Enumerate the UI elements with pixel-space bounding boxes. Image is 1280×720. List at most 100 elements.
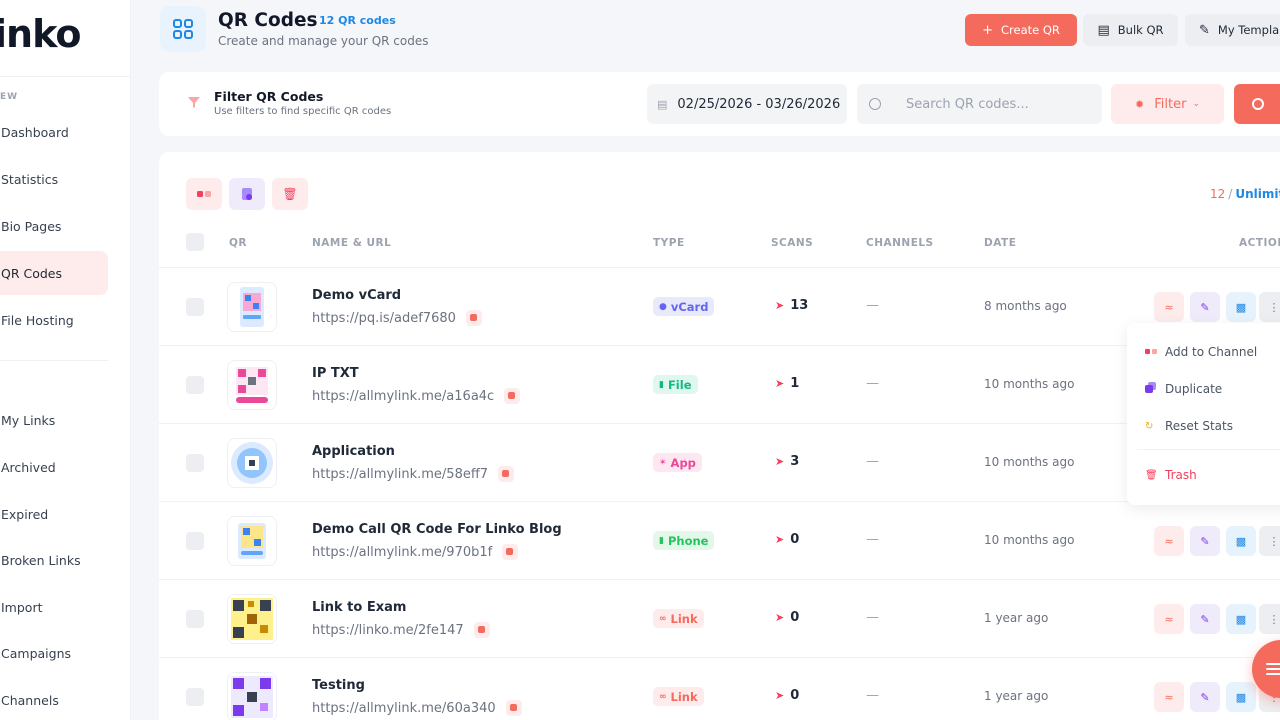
copy-icon[interactable] — [504, 388, 521, 404]
qr-name[interactable]: Link to Exam — [312, 600, 406, 615]
qr-url[interactable]: https://allmylink.me/970b1f — [312, 544, 519, 560]
bulk-add-channel-button[interactable] — [186, 178, 222, 210]
scan-count: ➤ 0 — [775, 532, 799, 547]
stats-button[interactable]: ≈ — [1154, 526, 1184, 556]
edit-button[interactable]: ✎ — [1190, 682, 1220, 712]
sidebar-item-file-hosting[interactable]: File Hosting — [0, 298, 108, 342]
created-date: 8 months ago — [984, 299, 1067, 313]
chart-icon: ≈ — [1164, 300, 1174, 314]
menu-item-duplicate[interactable]: Duplicate — [1145, 382, 1222, 396]
menu-item-add-to-channel[interactable]: Add to Channel — [1145, 345, 1257, 359]
edit-button[interactable]: ✎ — [1190, 292, 1220, 322]
sidebar-item-channels[interactable]: Channels — [0, 678, 108, 720]
search-box — [857, 84, 1102, 124]
row-checkbox[interactable] — [186, 688, 204, 706]
more-button[interactable]: ⋮ — [1259, 292, 1280, 322]
stats-button[interactable]: ≈ — [1154, 292, 1184, 322]
select-all-checkbox[interactable] — [186, 233, 204, 251]
row-actions-menu: Add to Channel Duplicate ↻ Reset Stats 🗑… — [1127, 323, 1280, 505]
file-icon: ▩ — [1235, 612, 1247, 626]
qr-name[interactable]: Demo Call QR Code For Linko Blog — [312, 522, 562, 537]
filter-title: Filter QR Codes — [214, 89, 324, 104]
qr-url[interactable]: https://allmylink.me/58eff7 — [312, 466, 515, 482]
qr-thumbnail[interactable] — [227, 516, 277, 566]
bulk-trash-button[interactable]: 🗑 — [272, 178, 308, 210]
qr-name[interactable]: IP TXT — [312, 366, 359, 381]
sidebar-item-bio-pages[interactable]: Bio Pages — [0, 204, 108, 248]
filter-button[interactable]: ✹ Filter ⌄ — [1111, 84, 1224, 124]
copy-icon[interactable] — [498, 466, 515, 482]
sidebar-item-qr-codes[interactable]: QR Codes — [0, 251, 108, 295]
menu-item-label: Duplicate — [1165, 382, 1223, 396]
sidebar-item-my-links[interactable]: My Links — [0, 398, 108, 442]
qr-thumbnail[interactable] — [227, 282, 277, 332]
download-button[interactable]: ▩ — [1226, 292, 1256, 322]
menu-item-reset-stats[interactable]: ↻ Reset Stats — [1145, 419, 1233, 433]
search-input[interactable] — [906, 96, 1086, 112]
row-checkbox[interactable] — [186, 454, 204, 472]
column-header-date[interactable]: DATE — [984, 237, 1016, 249]
qr-url[interactable]: https://allmylink.me/60a340 — [312, 700, 522, 716]
qr-url-text: https://allmylink.me/a16a4c — [312, 388, 495, 404]
qr-name[interactable]: Demo vCard — [312, 288, 401, 303]
qr-url[interactable]: https://allmylink.me/a16a4c — [312, 388, 521, 404]
bulk-qr-button[interactable]: ▤ Bulk QR — [1083, 14, 1178, 46]
row-checkbox[interactable] — [186, 532, 204, 550]
stats-button[interactable]: ≈ — [1154, 682, 1184, 712]
qr-table-card: 🗑 12/Unlimite QR NAME & URL TYPE SCANS C… — [159, 152, 1280, 720]
qr-url-text: https://pq.is/adef7680 — [312, 310, 456, 326]
qr-url[interactable]: https://pq.is/adef7680 — [312, 310, 482, 326]
column-header-type[interactable]: TYPE — [653, 237, 685, 249]
sidebar-item-dashboard[interactable]: Dashboard — [0, 110, 108, 154]
sidebar-item-expired[interactable]: Expired — [0, 492, 108, 536]
menu-item-label: Trash — [1165, 468, 1197, 482]
table-row: IP TXT https://allmylink.me/a16a4c ▮ File… — [159, 345, 1280, 423]
cursor-icon: ➤ — [775, 533, 785, 546]
more-button[interactable]: ⋮ — [1259, 604, 1280, 634]
search-icon — [869, 98, 881, 110]
qr-url[interactable]: https://linko.me/2fe147 — [312, 622, 490, 638]
apply-filter-button[interactable] — [1234, 84, 1280, 124]
stats-button[interactable]: ≈ — [1154, 604, 1184, 634]
sidebar-item-import[interactable]: Import — [0, 585, 108, 629]
cursor-icon: ➤ — [775, 299, 785, 312]
sidebar-item-campaigns[interactable]: Campaigns — [0, 631, 108, 675]
copy-icon[interactable] — [465, 310, 482, 326]
sidebar-item-label: Dashboard — [1, 124, 69, 140]
edit-button[interactable]: ✎ — [1190, 526, 1220, 556]
download-button[interactable]: ▩ — [1226, 604, 1256, 634]
menu-item-trash[interactable]: 🗑 Trash — [1145, 468, 1197, 482]
copy-icon[interactable] — [505, 700, 522, 716]
channels-value: — — [866, 532, 879, 547]
qr-grid-icon — [160, 6, 206, 52]
qr-thumbnail[interactable] — [227, 594, 277, 644]
column-header-name[interactable]: NAME & URL — [312, 237, 391, 249]
download-button[interactable]: ▩ — [1226, 526, 1256, 556]
sidebar-item-archived[interactable]: Archived — [0, 445, 108, 489]
qr-name[interactable]: Application — [312, 444, 395, 459]
copy-icon[interactable] — [473, 622, 490, 638]
table-row: Demo vCard https://pq.is/adef7680 ● vCard… — [159, 267, 1280, 345]
edit-button[interactable]: ✎ — [1190, 604, 1220, 634]
chart-icon: ≈ — [1164, 612, 1174, 626]
qr-name[interactable]: Testing — [312, 678, 365, 693]
date-range-picker[interactable]: ▤ 02/25/2026 - 03/26/2026 — [647, 84, 847, 124]
my-templates-button[interactable]: ✎ My Templa — [1185, 14, 1280, 46]
file-icon: ▩ — [1235, 300, 1247, 314]
qr-thumbnail[interactable] — [227, 672, 277, 720]
row-checkbox[interactable] — [186, 610, 204, 628]
page-title: QR Codes — [218, 10, 318, 31]
app-logo[interactable]: inko — [0, 12, 81, 56]
more-button[interactable]: ⋮ — [1259, 526, 1280, 556]
sidebar-item-statistics[interactable]: Statistics — [0, 157, 108, 201]
row-checkbox[interactable] — [186, 376, 204, 394]
create-qr-button[interactable]: + Create QR — [965, 14, 1077, 46]
qr-thumbnail[interactable] — [227, 360, 277, 410]
download-button[interactable]: ▩ — [1226, 682, 1256, 712]
bulk-download-button[interactable] — [229, 178, 265, 210]
row-checkbox[interactable] — [186, 298, 204, 316]
column-header-scans[interactable]: SCANS — [771, 237, 813, 249]
sidebar-item-broken-links[interactable]: Broken Links — [0, 538, 108, 582]
copy-icon[interactable] — [502, 544, 519, 560]
qr-thumbnail[interactable] — [227, 438, 277, 488]
